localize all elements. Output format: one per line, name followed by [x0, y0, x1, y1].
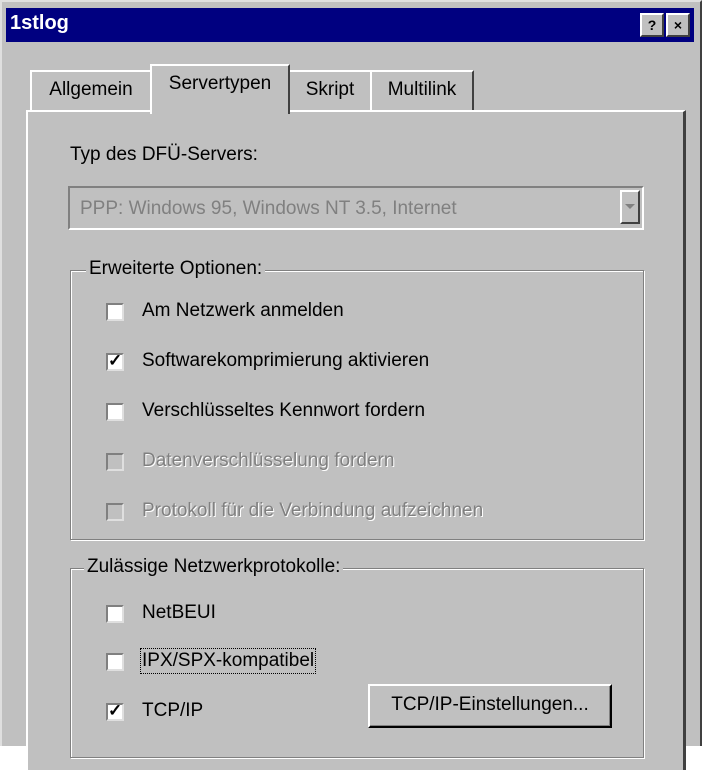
- advanced-options-legend: Erweiterte Optionen:: [86, 258, 266, 280]
- help-button[interactable]: ?: [640, 13, 664, 37]
- checkbox-box[interactable]: [106, 653, 124, 671]
- protocols-legend: Zulässige Netzwerkprotokolle:: [84, 556, 344, 578]
- dialog-window: 1stlog ? × Allgemein Servertypen Skript …: [0, 0, 702, 770]
- title-bar[interactable]: 1stlog ? ×: [6, 8, 694, 42]
- checkbox-box[interactable]: ✓: [106, 701, 124, 721]
- check-mark-icon: ✓: [108, 701, 123, 720]
- checkbox-label: Softwarekomprimierung aktivieren: [142, 350, 430, 371]
- tab-servertypen[interactable]: Servertypen: [150, 64, 290, 114]
- close-button[interactable]: ×: [666, 13, 690, 37]
- checkbox-box[interactable]: [106, 605, 124, 623]
- server-type-value: PPP: Windows 95, Windows NT 3.5, Interne…: [80, 198, 457, 219]
- server-type-label: Typ des DFÜ-Servers:: [70, 144, 258, 165]
- checkbox-label: Am Netzwerk anmelden: [142, 300, 344, 321]
- checkbox-box: [106, 503, 124, 521]
- checkbox-box[interactable]: [106, 403, 124, 421]
- tab-allgemein[interactable]: Allgemein: [30, 70, 152, 110]
- checkbox-box: [106, 453, 124, 471]
- checkbox-label: IPX/SPX-kompatibel: [139, 648, 317, 674]
- checkbox-label: Verschlüsseltes Kennwort fordern: [142, 400, 426, 421]
- checkbox-label: NetBEUI: [142, 602, 216, 623]
- checkbox-label: TCP/IP: [142, 700, 204, 721]
- window-title: 1stlog: [10, 12, 69, 34]
- checkbox-box[interactable]: [106, 303, 124, 321]
- dropdown-arrow-button[interactable]: [620, 190, 640, 224]
- server-type-dropdown[interactable]: PPP: Windows 95, Windows NT 3.5, Interne…: [68, 186, 644, 230]
- check-mark-icon: ✓: [108, 351, 123, 370]
- tab-multilink[interactable]: Multilink: [370, 70, 474, 110]
- checkbox-label: Datenverschlüsselung fordern: [142, 450, 395, 471]
- checkbox-box[interactable]: ✓: [106, 351, 124, 371]
- checkbox-label: Protokoll für die Verbindung aufzeichnen: [142, 500, 484, 521]
- tcpip-settings-button[interactable]: TCP/IP-Einstellungen...: [368, 684, 612, 728]
- tab-skript[interactable]: Skript: [288, 70, 372, 110]
- chevron-down-icon: [625, 204, 635, 209]
